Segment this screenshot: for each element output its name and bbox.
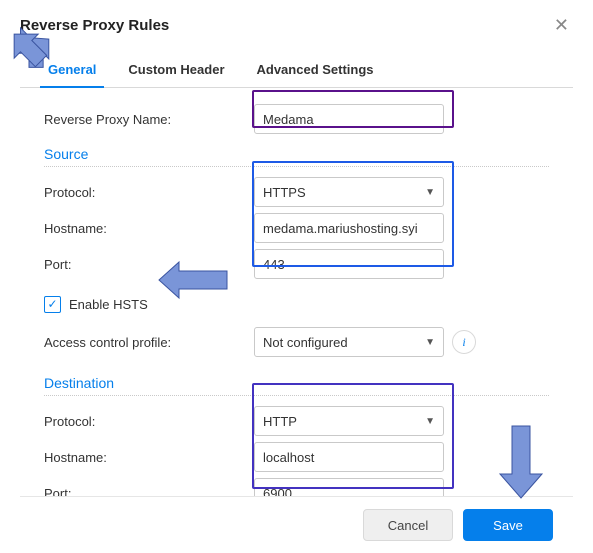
label-access-profile: Access control profile: <box>44 335 254 350</box>
tabs: General Custom Header Advanced Settings <box>20 54 573 88</box>
name-input[interactable] <box>254 104 444 134</box>
enable-hsts-checkbox[interactable]: ✓ Enable HSTS <box>44 296 148 313</box>
label-src-port: Port: <box>44 257 254 272</box>
divider <box>44 395 549 396</box>
chevron-down-icon: ▼ <box>425 337 435 348</box>
info-icon[interactable]: i <box>452 330 476 354</box>
label-dst-port: Port: <box>44 486 254 497</box>
dialog-footer: Cancel Save <box>20 496 573 553</box>
src-protocol-value: HTTPS <box>263 185 306 200</box>
dst-protocol-select[interactable]: HTTP ▼ <box>254 406 444 436</box>
access-profile-select[interactable]: Not configured ▼ <box>254 327 444 357</box>
label-name: Reverse Proxy Name: <box>44 112 254 127</box>
dst-hostname-input[interactable] <box>254 442 444 472</box>
label-src-hostname: Hostname: <box>44 221 254 236</box>
label-dst-hostname: Hostname: <box>44 450 254 465</box>
titlebar: Reverse Proxy Rules ✕ <box>20 14 573 36</box>
tab-custom-header[interactable]: Custom Header <box>124 54 228 87</box>
chevron-down-icon: ▼ <box>425 416 435 427</box>
divider <box>44 166 549 167</box>
src-port-input[interactable] <box>254 249 444 279</box>
tab-general[interactable]: General <box>44 54 100 87</box>
dst-protocol-value: HTTP <box>263 414 297 429</box>
src-hostname-input[interactable] <box>254 213 444 243</box>
src-protocol-select[interactable]: HTTPS ▼ <box>254 177 444 207</box>
checkmark-icon: ✓ <box>44 296 61 313</box>
cancel-button[interactable]: Cancel <box>363 509 453 541</box>
label-dst-protocol: Protocol: <box>44 414 254 429</box>
section-destination: Destination <box>44 375 549 391</box>
label-enable-hsts: Enable HSTS <box>69 297 148 312</box>
section-source: Source <box>44 146 549 162</box>
dst-port-input[interactable] <box>254 478 444 496</box>
reverse-proxy-dialog: Reverse Proxy Rules ✕ General Custom Hea… <box>0 0 593 553</box>
form-body: Reverse Proxy Name: Source Protocol: HTT… <box>20 88 573 496</box>
chevron-down-icon: ▼ <box>425 187 435 198</box>
tab-advanced-settings[interactable]: Advanced Settings <box>253 54 378 87</box>
label-src-protocol: Protocol: <box>44 185 254 200</box>
dialog-title: Reverse Proxy Rules <box>20 17 169 34</box>
save-button[interactable]: Save <box>463 509 553 541</box>
close-icon[interactable]: ✕ <box>550 14 573 36</box>
access-profile-value: Not configured <box>263 335 348 350</box>
